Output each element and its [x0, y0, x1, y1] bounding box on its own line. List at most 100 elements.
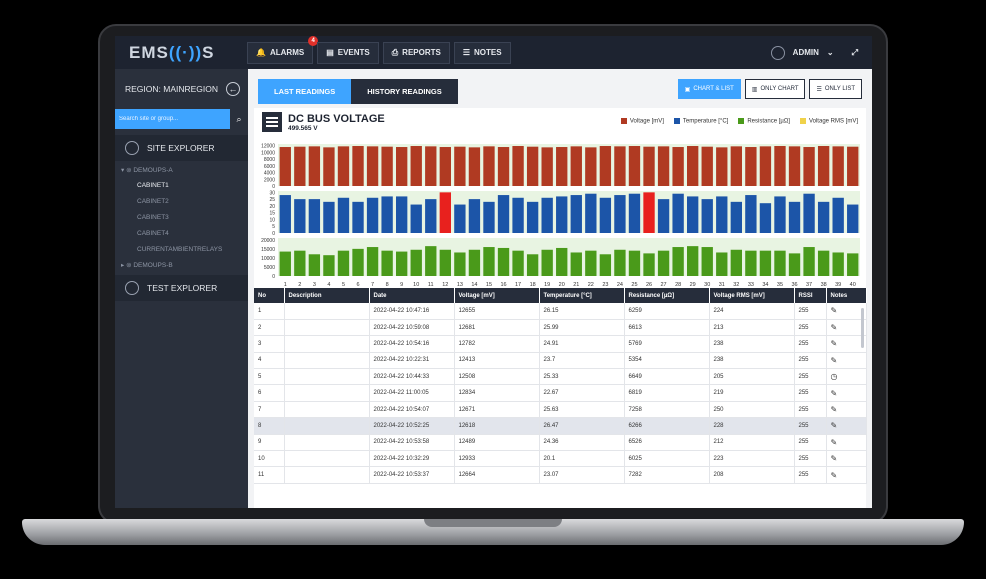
bar[interactable] [687, 246, 699, 276]
bar[interactable] [396, 147, 408, 186]
tree-item[interactable]: CABINET1 [115, 176, 248, 192]
bar[interactable] [541, 197, 553, 233]
user-menu[interactable]: ADMIN ⌄ ⤢ [770, 45, 872, 60]
bar[interactable] [585, 193, 597, 233]
bar[interactable] [308, 254, 321, 276]
bar[interactable] [745, 250, 757, 276]
bar[interactable] [585, 250, 597, 276]
bar[interactable] [425, 146, 437, 186]
table-row[interactable]: 4 2022-04-22 10:22:31 12413 23.7 5354 238 255 ✎ [254, 352, 867, 370]
bar[interactable] [308, 146, 321, 186]
bar[interactable] [847, 204, 859, 233]
table-row[interactable]: 1 2022-04-22 10:47:16 12655 26.15 6259 224 255… [254, 303, 867, 320]
bar[interactable] [483, 201, 495, 233]
bar[interactable] [556, 147, 568, 186]
bar[interactable] [614, 146, 626, 186]
only-list-button[interactable]: ☰ ONLY LIST [809, 79, 862, 99]
bar[interactable] [323, 255, 335, 276]
chart-and-list-button[interactable]: ▣ CHART & LIST [677, 79, 741, 99]
bar[interactable] [657, 146, 670, 186]
column-header[interactable]: Voltage [mV] [454, 288, 540, 303]
bar[interactable] [716, 196, 728, 233]
bar[interactable] [366, 146, 379, 186]
bar[interactable] [439, 249, 451, 276]
bar[interactable] [410, 249, 422, 276]
bar[interactable] [337, 146, 350, 186]
nav-reports-button[interactable]: ⎙ REPORTS [382, 41, 450, 64]
bar[interactable] [803, 147, 815, 186]
bar[interactable] [759, 250, 772, 276]
bar[interactable] [788, 146, 801, 186]
bar[interactable] [628, 146, 641, 186]
bar[interactable] [352, 248, 364, 276]
bar[interactable] [352, 146, 364, 186]
bar[interactable] [817, 250, 830, 276]
bar[interactable] [337, 250, 350, 276]
bar[interactable] [294, 199, 306, 233]
bar[interactable] [657, 199, 670, 233]
bar[interactable] [672, 147, 684, 186]
bar[interactable] [774, 196, 786, 233]
table-row[interactable]: 5 2022-04-22 10:44:33 12508 25.33 6649 205 255… [254, 368, 867, 386]
bar[interactable] [468, 249, 481, 276]
bar[interactable] [483, 247, 495, 276]
bar[interactable] [832, 252, 844, 276]
bar[interactable] [308, 199, 321, 233]
bar[interactable] [817, 201, 830, 233]
bar[interactable] [788, 253, 801, 276]
bar[interactable] [468, 147, 481, 186]
bar[interactable] [570, 195, 582, 233]
tree-group-a[interactable]: ▾ ⊚ DEMOUPS-A [115, 161, 248, 176]
bar[interactable] [512, 250, 524, 276]
edit-note-icon[interactable]: ✎ [826, 450, 867, 468]
nav-alarms-button[interactable]: 🔔 ALARMS 4 [247, 36, 319, 64]
bar[interactable] [774, 250, 786, 276]
bar[interactable] [410, 146, 422, 186]
fullscreen-icon[interactable]: ⤢ [852, 48, 858, 58]
legend-item[interactable]: Voltage [mV] [620, 118, 664, 125]
chevron-down-icon[interactable]: ⌄ [827, 48, 834, 57]
bar[interactable] [643, 253, 655, 276]
bar[interactable] [439, 192, 451, 233]
bar[interactable] [454, 204, 466, 233]
bar[interactable] [599, 197, 612, 233]
bar[interactable] [512, 146, 524, 186]
edit-note-icon[interactable]: ✎ [826, 319, 867, 337]
bar[interactable] [381, 196, 393, 233]
bar[interactable] [643, 192, 655, 233]
column-header[interactable]: Notes [826, 288, 867, 303]
bar[interactable] [745, 195, 757, 233]
bar[interactable] [803, 193, 815, 233]
bar[interactable] [730, 249, 742, 276]
bar[interactable] [526, 146, 539, 186]
column-header[interactable]: Date [369, 288, 455, 303]
tree-group-b[interactable]: ▸ ⊚ DEMOUPS-B [115, 256, 248, 271]
bar[interactable] [410, 204, 422, 233]
bar[interactable] [396, 196, 408, 233]
column-header[interactable]: No [254, 288, 285, 303]
search-input[interactable] [115, 109, 230, 129]
bar[interactable] [294, 250, 306, 276]
bar[interactable] [599, 254, 612, 276]
bar[interactable] [730, 201, 742, 233]
bar[interactable] [803, 247, 815, 276]
bar[interactable] [701, 146, 713, 186]
bar[interactable] [541, 147, 553, 186]
bar[interactable] [817, 146, 830, 186]
column-header[interactable]: Voltage RMS [mV] [709, 288, 795, 303]
bar[interactable] [701, 247, 713, 276]
column-header[interactable]: Temperature [°C] [539, 288, 625, 303]
bar[interactable] [526, 201, 539, 233]
bar[interactable] [832, 197, 844, 233]
bar[interactable] [541, 249, 553, 276]
bar[interactable] [381, 146, 393, 186]
bar[interactable] [716, 147, 728, 186]
edit-note-icon[interactable]: ✎ [826, 434, 867, 452]
site-explorer-header[interactable]: SITE EXPLORER [115, 135, 248, 161]
table-row[interactable]: 11 2022-04-22 10:53:37 12664 23.07 7282 208 25… [254, 466, 867, 484]
bar[interactable] [366, 197, 379, 233]
bar[interactable] [512, 197, 524, 233]
test-explorer-header[interactable]: TEST EXPLORER [115, 275, 248, 301]
bar[interactable] [847, 146, 859, 186]
bar[interactable] [468, 199, 481, 233]
